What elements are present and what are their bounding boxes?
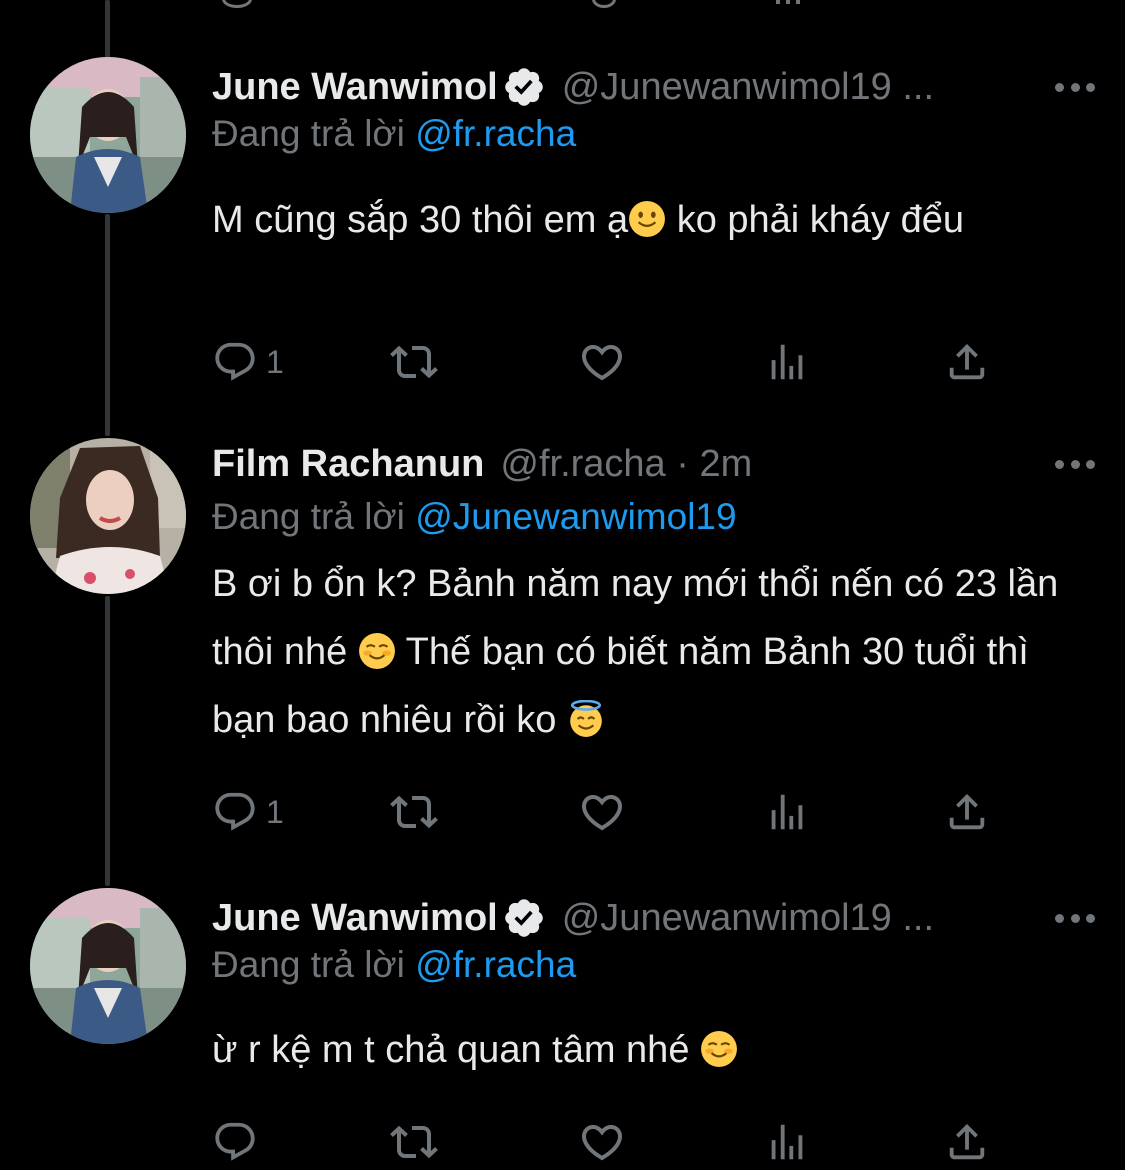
slightly-smiling-face-emoji <box>629 201 666 237</box>
more-icon[interactable] <box>1055 908 1095 928</box>
share-button[interactable] <box>944 332 990 392</box>
retweet-icon <box>390 1125 438 1159</box>
reply-button[interactable] <box>212 1112 266 1170</box>
views-icon <box>771 1124 803 1160</box>
replying-to-label: Đang trả lời <box>212 496 405 537</box>
tweet-actions: 1 <box>212 332 995 392</box>
tweet[interactable]: June Wanwimol @Junewanwimol19 ... Đang t… <box>0 0 1125 420</box>
retweet-button[interactable] <box>390 1112 438 1170</box>
reply-button[interactable]: 1 <box>212 332 284 392</box>
heart-icon <box>581 1125 623 1161</box>
tweet-actions <box>212 1112 995 1170</box>
tweet-text-part: ừ r kệ m t chả quan tâm nhé <box>212 1029 701 1071</box>
handle[interactable]: @Junewanwimol19 ... <box>562 897 1037 940</box>
retweet-icon <box>390 345 438 379</box>
replying-to-label: Đang trả lời <box>212 944 405 985</box>
smiling-face-with-halo-emoji <box>570 700 602 737</box>
reply-icon <box>215 792 255 831</box>
mention-link[interactable]: @fr.racha <box>415 113 576 154</box>
share-button[interactable] <box>944 1112 990 1170</box>
share-icon <box>949 343 985 380</box>
heart-icon <box>581 795 623 831</box>
views-button[interactable] <box>764 782 810 842</box>
views-icon <box>771 794 803 830</box>
display-name[interactable]: June Wanwimol <box>212 66 498 109</box>
replying-to: Đang trả lời @Junewanwimol19 <box>212 496 737 538</box>
views-button[interactable] <box>764 332 810 392</box>
replying-to: Đang trả lời @fr.racha <box>212 113 576 155</box>
reply-count: 1 <box>266 343 284 380</box>
avatar[interactable] <box>30 888 186 1044</box>
views-button[interactable] <box>764 1112 810 1170</box>
tweet-header: June Wanwimol @Junewanwimol19 ... <box>212 57 1095 117</box>
tweet-text-part: ko phải kháy đểu <box>666 199 965 241</box>
heart-icon <box>581 345 623 381</box>
like-button[interactable] <box>578 1112 626 1170</box>
views-icon <box>771 344 803 380</box>
replying-to-label: Đang trả lời <box>212 113 405 154</box>
display-name[interactable]: June Wanwimol <box>212 897 498 940</box>
tweet-text: B ơi b ổn k? Bảnh năm nay mới thổi nến c… <box>212 550 1072 754</box>
tweet[interactable]: June Wanwimol @Junewanwimol19 ... Đang t… <box>0 880 1125 1170</box>
verified-badge-icon <box>504 899 543 937</box>
reply-icon <box>215 342 255 381</box>
display-name[interactable]: Film Rachanun <box>212 443 484 486</box>
tweet-text: ừ r kệ m t chả quan tâm nhé <box>212 1016 1072 1084</box>
tweet-header: June Wanwimol @Junewanwimol19 ... <box>212 888 1095 948</box>
tweet[interactable]: Film Rachanun @fr.racha · 2m Đang trả lờ… <box>0 420 1125 880</box>
avatar[interactable] <box>30 438 186 594</box>
share-button[interactable] <box>944 782 990 842</box>
share-icon <box>949 793 985 830</box>
smiling-face-emoji <box>358 633 395 669</box>
more-icon[interactable] <box>1055 454 1095 474</box>
share-icon <box>949 1123 985 1160</box>
avatar[interactable] <box>30 57 186 213</box>
retweet-button[interactable] <box>390 332 438 392</box>
verified-badge-icon <box>504 68 543 106</box>
like-button[interactable] <box>578 782 626 842</box>
tweet-text: M cũng sắp 30 thôi em ạ ko phải kháy đểu <box>212 186 1072 254</box>
reply-icon <box>215 1122 255 1161</box>
mention-link[interactable]: @fr.racha <box>415 944 576 985</box>
retweet-button[interactable] <box>390 782 438 842</box>
handle[interactable]: @fr.racha · 2m <box>500 443 1037 486</box>
tweet-actions: 1 <box>212 782 995 842</box>
mention-link[interactable]: @Junewanwimol19 <box>415 496 736 537</box>
reply-count: 1 <box>266 793 284 830</box>
reply-button[interactable]: 1 <box>212 782 284 842</box>
replying-to: Đang trả lời @fr.racha <box>212 944 576 986</box>
handle[interactable]: @Junewanwimol19 ... <box>562 66 1037 109</box>
retweet-icon <box>390 795 438 829</box>
like-button[interactable] <box>578 332 626 392</box>
tweet-text-part: M cũng sắp 30 thôi em ạ <box>212 199 629 241</box>
tweet-header: Film Rachanun @fr.racha · 2m <box>212 434 1095 494</box>
more-icon[interactable] <box>1055 77 1095 97</box>
smiling-face-emoji <box>701 1031 737 1067</box>
